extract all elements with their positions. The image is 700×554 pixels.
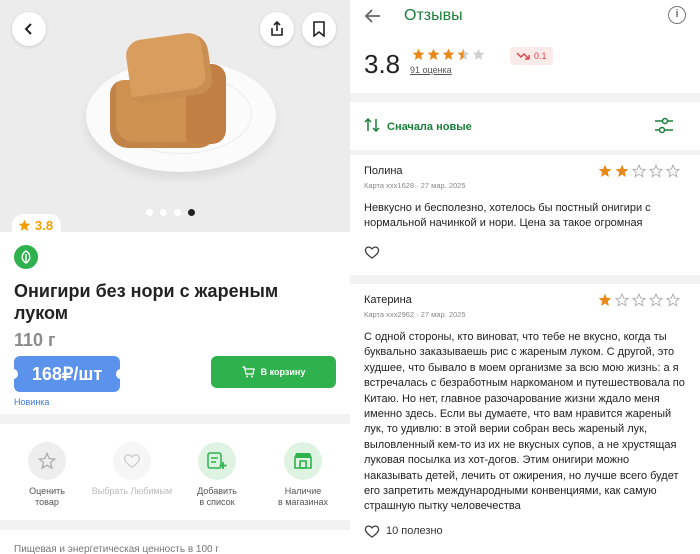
onigiri-image-top <box>124 30 214 104</box>
new-badge: Новинка <box>14 397 50 407</box>
store-availability-button[interactable]: Наличие в магазинах <box>258 442 348 508</box>
share-button[interactable] <box>260 12 294 46</box>
star-empty-icon <box>649 164 663 178</box>
price-value: 168₽/шт <box>31 363 103 384</box>
review-meta: Карта xxx2962 · 27 мар. 2025 <box>364 310 466 319</box>
ratings-count-link[interactable]: 91 оценка <box>410 65 452 75</box>
rate-product-button[interactable]: Оценить товар <box>2 442 92 508</box>
star-full-icon <box>412 48 425 61</box>
filter-icon[interactable] <box>654 117 674 135</box>
star-empty-icon <box>666 164 680 178</box>
bookmark-icon <box>313 21 325 37</box>
reviews-topbar: Отзывы i <box>350 0 700 40</box>
add-to-cart-button[interactable]: В корзину <box>211 356 336 388</box>
divider <box>0 520 350 530</box>
favorite-button[interactable]: Выбрать Любимым <box>87 442 177 497</box>
leaf-icon <box>21 250 31 264</box>
carousel-dots <box>146 209 195 216</box>
star-empty-icon <box>472 48 485 61</box>
arrow-left-icon[interactable] <box>364 7 382 25</box>
star-full-icon <box>615 164 629 177</box>
product-actions: Оценить товар Выбрать Любимым Добавить в… <box>0 432 350 522</box>
star-empty-icon <box>649 293 663 307</box>
store-circle <box>284 442 322 480</box>
review-card: Катерина Карта xxx2962 · 27 мар. 2025 С … <box>350 284 700 554</box>
product-rating: 3.8 <box>35 217 54 233</box>
star-full-icon <box>427 48 440 61</box>
carousel-dot[interactable] <box>146 209 153 216</box>
star-icon <box>18 219 31 231</box>
chevron-left-icon <box>24 23 32 35</box>
heart-icon[interactable] <box>364 245 380 260</box>
useful-count[interactable]: 10 полезно <box>386 525 443 537</box>
review-stars <box>598 164 680 178</box>
info-icon[interactable]: i <box>668 6 686 24</box>
summary-stars <box>412 48 485 61</box>
add-to-list-icon <box>207 452 227 469</box>
share-icon <box>271 21 283 36</box>
average-rating: 3.8 <box>364 49 401 79</box>
vegan-badge <box>14 245 38 269</box>
star-half-icon <box>457 48 470 61</box>
star-outline-icon <box>38 452 56 470</box>
product-title: Онигири без нори с жареным луком <box>14 281 279 323</box>
review-author: Полина <box>364 165 403 177</box>
trend-down-icon <box>516 52 530 60</box>
sort-newest-button[interactable]: Сначала новые <box>387 121 472 133</box>
star-empty-icon <box>632 293 646 307</box>
star-empty-icon <box>632 164 646 178</box>
favorite-circle <box>113 442 151 480</box>
rate-circle <box>28 442 66 480</box>
heart-icon <box>123 454 141 469</box>
cart-icon <box>242 366 255 378</box>
rate-product-label: Оценить товар <box>29 486 65 507</box>
star-full-icon <box>442 48 455 61</box>
favorite-label: Выбрать Любимым <box>91 486 173 496</box>
review-meta: Карта xxx1628 · 27 мар. 2025 <box>364 181 466 190</box>
rating-trend-badge: 0.1 <box>510 47 553 65</box>
product-weight: 110 г <box>14 330 56 350</box>
page-title: Отзывы <box>404 7 463 24</box>
star-full-icon <box>598 293 612 306</box>
review-text: С одной стороны, кто виноват, что тебе н… <box>364 331 685 513</box>
star-empty-icon <box>615 293 629 307</box>
review-stars <box>598 293 680 307</box>
carousel-dot-active[interactable] <box>188 209 195 216</box>
carousel-dot[interactable] <box>174 209 181 216</box>
back-button[interactable] <box>12 12 46 46</box>
add-to-cart-label: В корзину <box>260 367 306 377</box>
star-full-icon <box>598 164 612 177</box>
review-card: Полина Карта xxx1628 · 27 мар. 2025 Невк… <box>350 155 700 275</box>
heart-icon[interactable] <box>364 524 380 539</box>
product-image-carousel[interactable] <box>0 0 350 232</box>
sort-icon[interactable] <box>364 117 380 133</box>
divider <box>0 414 350 424</box>
add-to-list-button[interactable]: Добавить в список <box>172 442 262 508</box>
store-icon <box>294 453 312 469</box>
rating-trend-value: 0.1 <box>534 51 547 61</box>
product-screen: 3.8 Онигири без нори с жареным луком 110… <box>0 0 350 554</box>
rating-chip[interactable]: 3.8 <box>12 214 62 236</box>
bookmark-button[interactable] <box>302 12 336 46</box>
price-tag: 168₽/шт <box>9 356 125 392</box>
reviews-screen: Отзывы i 3.8 91 оценка 0.1 Сначала новые <box>350 0 700 554</box>
store-availability-label: Наличие в магазинах <box>277 486 329 507</box>
star-empty-icon <box>666 293 680 307</box>
sort-bar: Сначала новые <box>350 102 700 150</box>
add-to-list-circle <box>198 442 236 480</box>
review-text: Невкусно и бесполезно, хотелось бы постн… <box>364 202 651 230</box>
review-author: Катерина <box>364 294 412 306</box>
nutrition-heading: Пищевая и энергетическая ценность в 100 … <box>14 544 220 554</box>
rating-summary: 3.8 91 оценка 0.1 <box>350 40 700 93</box>
carousel-dot[interactable] <box>160 209 167 216</box>
add-to-list-label: Добавить в список <box>197 486 237 507</box>
